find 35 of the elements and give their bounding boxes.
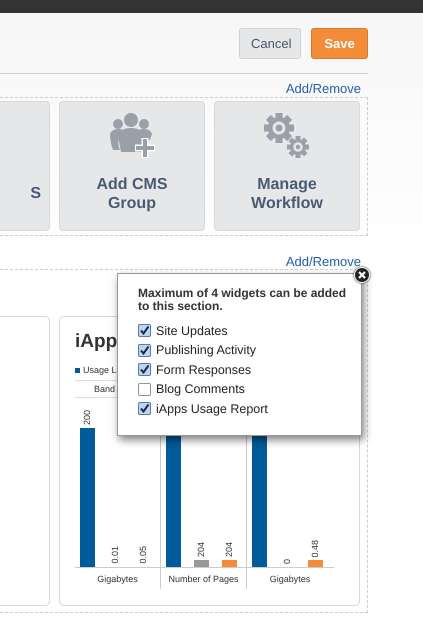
- option-label: Publishing Activity: [156, 343, 256, 358]
- data-label: 200: [82, 410, 93, 425]
- close-icon: [357, 270, 367, 280]
- group-add-icon: [108, 112, 156, 160]
- widget-title: iApp: [75, 331, 118, 354]
- shortcut-tile[interactable]: Add CMS Group: [59, 101, 205, 231]
- data-label: 0.01: [110, 546, 121, 564]
- option-label: Blog Comments: [156, 382, 245, 396]
- option-label: Form Responses: [156, 362, 252, 377]
- close-button[interactable]: [354, 267, 370, 283]
- checkbox[interactable]: [138, 363, 151, 376]
- cancel-button[interactable]: Cancel: [239, 28, 301, 58]
- category-label: Gigabytes: [97, 574, 138, 584]
- checkbox[interactable]: [138, 324, 151, 338]
- data-label: 0.48: [310, 540, 321, 558]
- gears-icon: [263, 112, 311, 160]
- popover-message: Maximum of 4 widgets can be added to this section.: [138, 287, 348, 313]
- shortcut-tile[interactable]: Manage Workflow: [214, 101, 360, 231]
- checkbox[interactable]: [138, 344, 151, 357]
- data-label: 204: [196, 542, 207, 558]
- option-label: iApps Usage Report: [156, 402, 268, 416]
- add-remove-link[interactable]: Add/Remove: [286, 81, 361, 97]
- data-label: 204: [224, 542, 235, 558]
- category-label: Gigabytes: [270, 574, 310, 584]
- table-header: Band: [94, 384, 116, 394]
- data-label: 0.05: [138, 546, 149, 564]
- checkbox[interactable]: [138, 402, 151, 416]
- add-remove-link[interactable]: Add/Remove: [286, 254, 361, 269]
- category-label: Number of Pages: [168, 574, 239, 584]
- shortcut-tile[interactable]: S: [0, 101, 50, 231]
- legend-label: Usage L: [83, 365, 117, 375]
- data-label: 0: [282, 558, 293, 564]
- legend-swatch: [75, 368, 80, 372]
- checkbox[interactable]: [138, 382, 151, 396]
- option-label: Site Updates: [156, 324, 228, 338]
